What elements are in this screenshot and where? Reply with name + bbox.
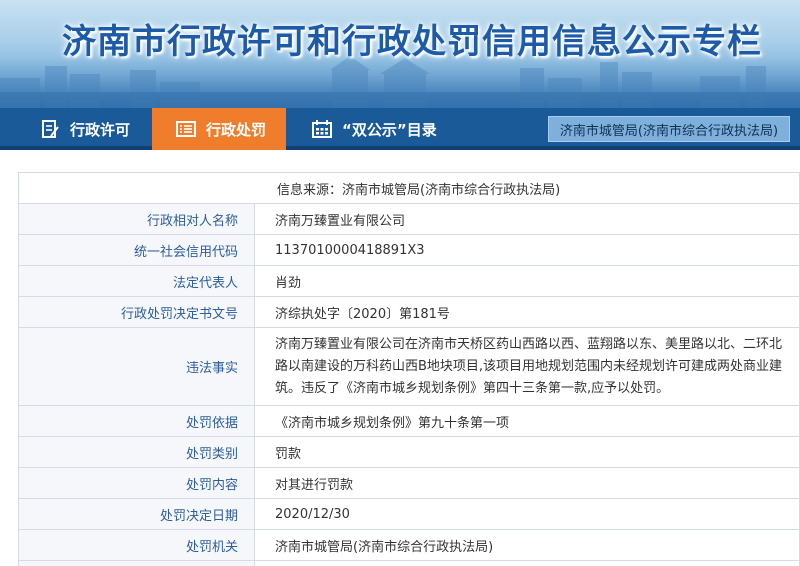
field-label: 违法事实: [19, 328, 255, 405]
field-value: 济南市城管局(济南市综合行政执法局): [255, 530, 800, 560]
field-value: 肖劲: [255, 266, 800, 296]
field-label: 备注: [19, 561, 255, 566]
field-label: 处罚决定日期: [19, 499, 255, 529]
table-row: 行政相对人名称 济南万臻置业有限公司: [19, 204, 800, 235]
field-label: 处罚类别: [19, 437, 255, 467]
field-value: 济南万臻置业有限公司: [255, 204, 800, 234]
field-label: 法定代表人: [19, 266, 255, 296]
list-icon: [176, 119, 196, 139]
main-nav: 行政许可 行政处罚 “双公示”目录 济南市城管局(济南市综合行政执法局): [0, 108, 800, 150]
field-value: 对其进行罚款: [255, 468, 800, 498]
nav-tab-double-publicity-catalog[interactable]: “双公示”目录: [312, 108, 437, 150]
nav-tab-label: “双公示”目录: [342, 120, 437, 139]
document-edit-icon: [40, 119, 60, 139]
table-row: 统一社会信用代码 1137010000418891X3: [19, 235, 800, 266]
info-source: 信息来源：济南市城管局(济南市综合行政执法局): [19, 173, 800, 204]
table-row: 处罚机关 济南市城管局(济南市综合行政执法局): [19, 530, 800, 561]
table-row: 备注: [19, 561, 800, 566]
table-row: 法定代表人 肖劲: [19, 266, 800, 297]
field-value: 济南万臻置业有限公司在济南市天桥区药山西路以西、蓝翔路以东、美里路以北、二环北路…: [255, 328, 800, 405]
table-row: 处罚决定日期 2020/12/30: [19, 499, 800, 530]
table-row: 处罚内容 对其进行罚款: [19, 468, 800, 499]
nav-tab-administrative-penalty[interactable]: 行政处罚: [152, 108, 286, 150]
field-value: [255, 561, 800, 566]
table-row: 处罚类别 罚款: [19, 437, 800, 468]
field-label: 处罚内容: [19, 468, 255, 498]
table-row: 违法事实 济南万臻置业有限公司在济南市天桥区药山西路以西、蓝翔路以东、美里路以北…: [19, 328, 800, 406]
field-value: 1137010000418891X3: [255, 235, 800, 265]
field-value: 济综执处字〔2020〕第181号: [255, 297, 800, 327]
banner-haze: [0, 58, 800, 108]
table-row: 行政处罚决定书文号 济综执处字〔2020〕第181号: [19, 297, 800, 328]
field-label: 行政处罚决定书文号: [19, 297, 255, 327]
header-banner: 济南市行政许可和行政处罚信用信息公示专栏: [0, 0, 800, 108]
field-label: 统一社会信用代码: [19, 235, 255, 265]
nav-tab-label: 行政许可: [70, 120, 131, 139]
table-row: 处罚依据 《济南市城乡规划条例》第九十条第一项: [19, 406, 800, 437]
field-value: 2020/12/30: [255, 499, 800, 529]
page-title: 济南市行政许可和行政处罚信用信息公示专栏: [62, 22, 762, 62]
field-value: 罚款: [255, 437, 800, 467]
field-label: 处罚机关: [19, 530, 255, 560]
penalty-detail-table: 信息来源：济南市城管局(济南市综合行政执法局) 行政相对人名称 济南万臻置业有限…: [18, 172, 800, 566]
field-value: 《济南市城乡规划条例》第九十条第一项: [255, 406, 800, 436]
field-label: 处罚依据: [19, 406, 255, 436]
nav-tab-administrative-permit[interactable]: 行政许可: [40, 108, 130, 150]
department-selector[interactable]: 济南市城管局(济南市综合行政执法局): [548, 116, 790, 142]
calendar-icon: [312, 119, 332, 139]
field-label: 行政相对人名称: [19, 204, 255, 234]
nav-tab-label: 行政处罚: [206, 120, 267, 139]
